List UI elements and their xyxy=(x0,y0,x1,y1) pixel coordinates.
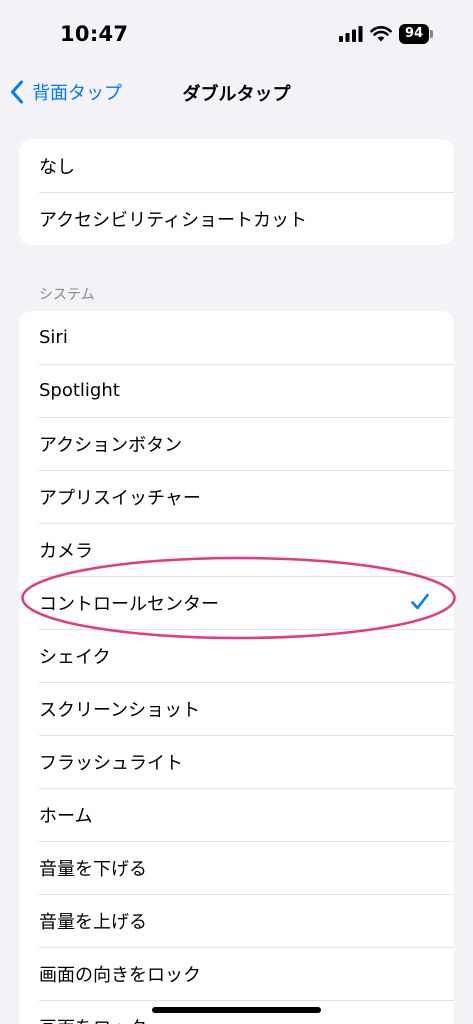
option-label: コントロールセンター xyxy=(39,593,219,615)
option-label: フラッシュライト xyxy=(39,752,183,774)
option-label: 画面をロック xyxy=(39,1014,147,1024)
battery-cap xyxy=(430,30,433,38)
option-label: スクリーンショット xyxy=(39,699,201,721)
option-label: 画面の向きをロック xyxy=(39,964,201,986)
navigation-bar: 背面タップ ダブルタップ xyxy=(0,70,473,114)
option-label: Siri xyxy=(39,327,68,348)
option-accessibility-shortcut[interactable]: アクセシビリティショートカット xyxy=(19,192,454,245)
status-time: 10:47 xyxy=(60,22,129,46)
system-options-group: Siri Spotlight アクションボタン アプリスイッチャー カメラ コン… xyxy=(19,311,454,1024)
option-label: 音量を上げる xyxy=(39,911,147,933)
page-title: ダブルタップ xyxy=(182,84,291,105)
option-label: 音量を下げる xyxy=(39,858,147,880)
general-options-group: なし アクセシビリティショートカット xyxy=(19,139,454,245)
option-spotlight[interactable]: Spotlight xyxy=(19,364,454,417)
option-siri[interactable]: Siri xyxy=(19,311,454,364)
option-label: ホーム xyxy=(39,805,93,827)
home-indicator xyxy=(152,1007,321,1013)
option-label: なし xyxy=(39,156,75,178)
option-orientation-lock[interactable]: 画面の向きをロック xyxy=(19,947,454,1000)
wifi-icon xyxy=(370,26,392,42)
option-label: アクションボタン xyxy=(39,434,183,456)
option-label: アプリスイッチャー xyxy=(39,487,201,509)
checkmark-icon xyxy=(411,593,429,610)
option-volume-up[interactable]: 音量を上げる xyxy=(19,894,454,947)
section-header-system: システム xyxy=(39,287,95,303)
option-label: アクセシビリティショートカット xyxy=(39,209,308,231)
cellular-signal-icon xyxy=(339,26,363,42)
battery-icon: 94 xyxy=(399,24,433,44)
status-bar: 10:47 94 xyxy=(0,0,473,70)
option-label: シェイク xyxy=(39,646,111,668)
option-action-button[interactable]: アクションボタン xyxy=(19,417,454,470)
option-camera[interactable]: カメラ xyxy=(19,523,454,576)
option-screenshot[interactable]: スクリーンショット xyxy=(19,682,454,735)
option-home[interactable]: ホーム xyxy=(19,788,454,841)
option-shake[interactable]: シェイク xyxy=(19,629,454,682)
option-flashlight[interactable]: フラッシュライト xyxy=(19,735,454,788)
option-app-switcher[interactable]: アプリスイッチャー xyxy=(19,470,454,523)
option-volume-down[interactable]: 音量を下げる xyxy=(19,841,454,894)
option-control-center[interactable]: コントロールセンター xyxy=(19,576,454,629)
option-label: カメラ xyxy=(39,540,93,562)
battery-level: 94 xyxy=(399,24,429,44)
option-label: Spotlight xyxy=(39,380,120,401)
option-none[interactable]: なし xyxy=(19,139,454,192)
